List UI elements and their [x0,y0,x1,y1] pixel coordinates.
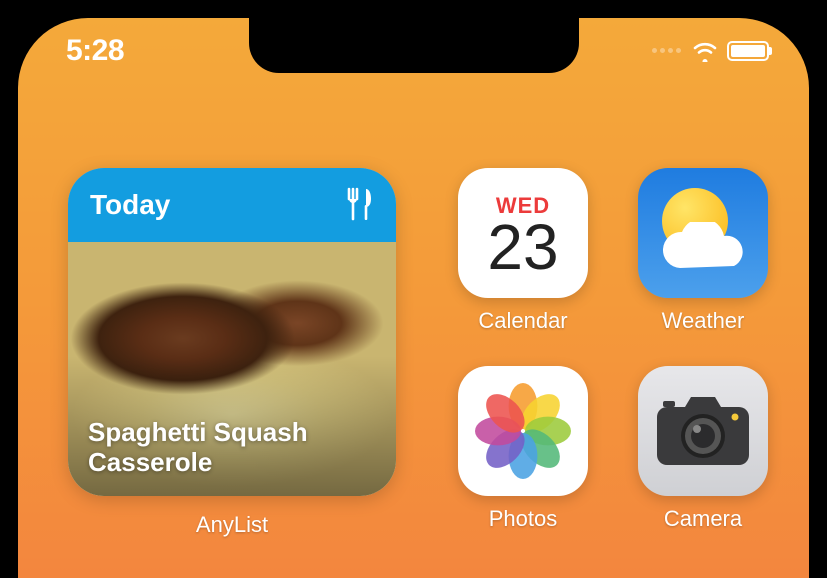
fork-knife-icon [344,187,374,223]
weather-icon [638,168,768,298]
calendar-icon: WED 23 [458,168,588,298]
notch [249,18,579,73]
widget-label: AnyList [68,512,396,538]
phone-frame: 5:28 Today [18,18,809,578]
calendar-date: 23 [487,217,558,278]
photos-label: Photos [489,506,558,532]
widget-header: Today [68,168,396,242]
page-dots-icon [652,48,681,53]
recipe-name: Spaghetti Squash Casserole [88,418,376,478]
photos-icon [458,366,588,496]
status-time: 5:28 [66,34,124,68]
home-grid: Today Spaghetti Squash Casserole Any [68,168,759,578]
anylist-widget[interactable]: Today Spaghetti Squash Casserole [68,168,396,496]
widget-title: Today [90,189,170,221]
battery-icon [727,41,769,61]
wifi-icon [691,40,719,62]
recipe-image: Spaghetti Squash Casserole [68,242,396,496]
photos-app[interactable]: Photos [458,366,588,532]
weather-app[interactable]: Weather [638,168,768,334]
weather-label: Weather [662,308,745,334]
camera-label: Camera [664,506,742,532]
calendar-app[interactable]: WED 23 Calendar [458,168,588,334]
cloud-icon [656,222,756,276]
camera-icon [638,366,768,496]
camera-app[interactable]: Camera [638,366,768,532]
calendar-label: Calendar [478,308,567,334]
status-right [652,40,769,62]
